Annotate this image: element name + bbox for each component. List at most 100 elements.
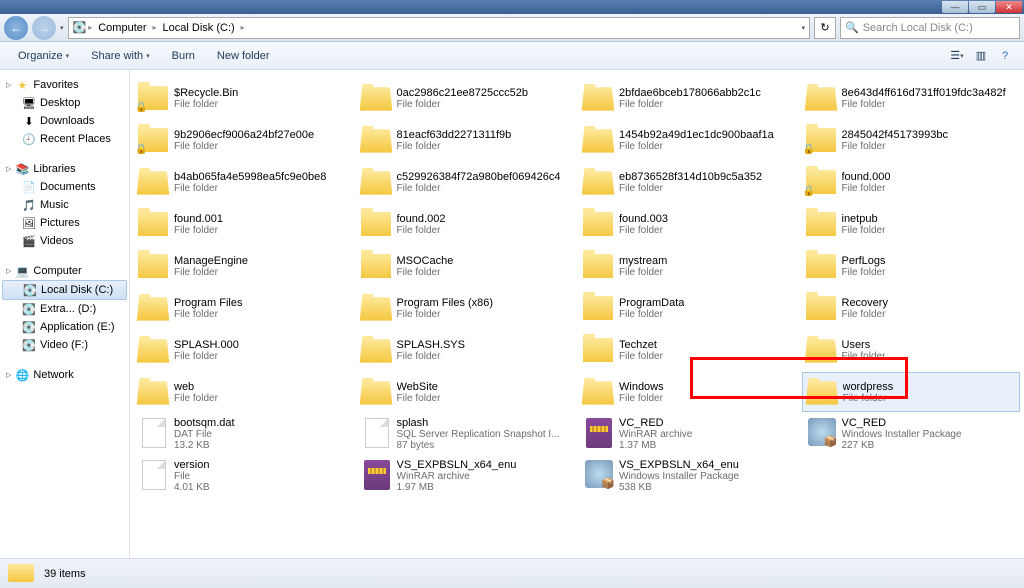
item-name: mystream [619, 255, 667, 267]
nav-item[interactable]: 🕘Recent Places [2, 130, 127, 148]
folder-item[interactable]: Program Files (x86) File folder [357, 288, 576, 328]
nav-item[interactable]: 💽Extra... (D:) [2, 300, 127, 318]
breadcrumb-seg[interactable]: Local Disk (C:) [159, 22, 239, 34]
item-meta: File folder [842, 267, 886, 278]
item-meta: File folder [397, 183, 561, 194]
history-dropdown-icon[interactable]: ▾ [60, 24, 64, 32]
back-button[interactable]: ← [4, 16, 28, 40]
folder-item[interactable]: Program Files File folder [134, 288, 353, 328]
forward-button[interactable]: → [32, 16, 56, 40]
file-item[interactable]: bootsqm.dat DAT File13.2 KB [134, 414, 353, 454]
item-name: Program Files [174, 297, 242, 309]
folder-item[interactable]: b4ab065fa4e5998ea5fc9e0be8 File folder [134, 162, 353, 202]
nav-group-network[interactable]: ▷🌐Network [2, 366, 127, 384]
folder-item[interactable]: ProgramData File folder [579, 288, 798, 328]
folder-icon [583, 334, 615, 366]
folder-item[interactable]: Windows File folder [579, 372, 798, 412]
folder-item[interactable]: 8e643d4ff616d731ff019fdc3a482f File fold… [802, 78, 1021, 118]
folder-icon [806, 292, 838, 324]
nav-item[interactable]: 💽Video (F:) [2, 336, 127, 354]
folder-item[interactable]: found.003 File folder [579, 204, 798, 244]
folder-icon [583, 292, 615, 324]
file-list-pane[interactable]: $Recycle.Bin File folder 0ac2986c21ee872… [130, 70, 1024, 558]
minimize-button[interactable]: — [942, 1, 968, 13]
item-meta: DAT File [174, 429, 235, 440]
folder-item[interactable]: $Recycle.Bin File folder [134, 78, 353, 118]
folder-open-icon [138, 292, 170, 324]
msi-icon [806, 418, 838, 450]
item-meta: File folder [174, 225, 223, 236]
nav-item[interactable]: 💽Local Disk (C:) [2, 280, 127, 300]
folder-item[interactable]: found.001 File folder [134, 204, 353, 244]
folder-item[interactable]: 2bfdae6bceb178066abb2c1c File folder [579, 78, 798, 118]
folder-item[interactable]: Users File folder [802, 330, 1021, 370]
file-item[interactable]: VS_EXPBSLN_x64_enu WinRAR archive1.97 MB [357, 456, 576, 496]
breadcrumb[interactable]: 💽 ▸ Computer ▸ Local Disk (C:) ▸ ▾ [68, 17, 810, 39]
breadcrumb-seg[interactable]: Computer [94, 22, 150, 34]
item-name: ManageEngine [174, 255, 248, 267]
close-button[interactable]: ✕ [996, 1, 1022, 13]
folder-open-icon [583, 82, 615, 114]
nav-group-favorites[interactable]: ▷★Favorites [2, 76, 127, 94]
nav-item[interactable]: 🎵Music [2, 196, 127, 214]
folder-icon [138, 208, 170, 240]
folder-item[interactable]: web File folder [134, 372, 353, 412]
help-button[interactable]: ? [994, 45, 1016, 67]
folder-item[interactable]: c529926384f72a980bef069426c4 File folder [357, 162, 576, 202]
breadcrumb-sep-icon: ▸ [88, 23, 92, 32]
folder-item[interactable]: Techzet File folder [579, 330, 798, 370]
folder-item[interactable]: WebSite File folder [357, 372, 576, 412]
item-name: found.001 [174, 213, 223, 225]
nav-item[interactable]: 🎬Videos [2, 232, 127, 250]
folder-item[interactable]: 9b2906ecf9006a24bf27e00e File folder [134, 120, 353, 160]
folder-item[interactable]: 2845042f45173993bc File folder [802, 120, 1021, 160]
folder-item[interactable]: found.000 File folder [802, 162, 1021, 202]
item-name: SPLASH.000 [174, 339, 239, 351]
folder-item[interactable]: PerfLogs File folder [802, 246, 1021, 286]
file-item[interactable]: version File4.01 KB [134, 456, 353, 496]
folder-item[interactable]: eb8736528f314d10b9c5a352 File folder [579, 162, 798, 202]
nav-item[interactable]: 🖥Desktop [2, 94, 127, 112]
folder-item[interactable]: found.002 File folder [357, 204, 576, 244]
folder-item[interactable]: MSOCache File folder [357, 246, 576, 286]
nav-item[interactable]: 📄Documents [2, 178, 127, 196]
folder-item[interactable]: wordpress File folder [802, 372, 1021, 412]
view-options-button[interactable]: ☰▾ [946, 45, 968, 67]
item-meta: File folder [619, 225, 668, 236]
item-name: VS_EXPBSLN_x64_enu [397, 459, 517, 471]
folder-item[interactable]: 0ac2986c21ee8725ccc52b File folder [357, 78, 576, 118]
file-item[interactable]: VC_RED Windows Installer Package227 KB [802, 414, 1021, 454]
folder-open-icon [361, 334, 393, 366]
nav-item[interactable]: 💽Application (E:) [2, 318, 127, 336]
folder-item[interactable]: inetpub File folder [802, 204, 1021, 244]
file-item[interactable]: splash SQL Server Replication Snapshot I… [357, 414, 576, 454]
nav-item[interactable]: ⬇Downloads [2, 112, 127, 130]
folder-item[interactable]: mystream File folder [579, 246, 798, 286]
burn-button[interactable]: Burn [162, 47, 205, 65]
share-with-button[interactable]: Share with ▾ [81, 47, 160, 65]
item-meta: File folder [842, 309, 888, 320]
folder-open-icon [138, 376, 170, 408]
nav-group-computer[interactable]: ▷💻Computer [2, 262, 127, 280]
maximize-button[interactable]: ▭ [969, 1, 995, 13]
new-folder-button[interactable]: New folder [207, 47, 280, 65]
folder-item[interactable]: 81eacf63dd2271311f9b File folder [357, 120, 576, 160]
folder-item[interactable]: Recovery File folder [802, 288, 1021, 328]
file-item[interactable]: VS_EXPBSLN_x64_enu Windows Installer Pac… [579, 456, 798, 496]
nav-item[interactable]: 🖼Pictures [2, 214, 127, 232]
file-item[interactable]: VC_RED WinRAR archive1.37 MB [579, 414, 798, 454]
refresh-button[interactable]: ↻ [814, 17, 836, 39]
preview-pane-button[interactable]: ▥ [970, 45, 992, 67]
item-name: version [174, 459, 210, 471]
folder-locked-icon [806, 166, 838, 198]
organize-button[interactable]: Organize ▾ [8, 47, 79, 65]
folder-item[interactable]: 1454b92a49d1ec1dc900baaf1a File folder [579, 120, 798, 160]
folder-item[interactable]: SPLASH.SYS File folder [357, 330, 576, 370]
nav-group-libraries[interactable]: ▷📚Libraries [2, 160, 127, 178]
folder-open-icon [361, 124, 393, 156]
folder-item[interactable]: ManageEngine File folder [134, 246, 353, 286]
folder-item[interactable]: SPLASH.000 File folder [134, 330, 353, 370]
address-dropdown-icon[interactable]: ▾ [801, 24, 805, 32]
search-input[interactable]: 🔍 Search Local Disk (C:) [840, 17, 1020, 39]
item-meta: File folder [619, 141, 774, 152]
